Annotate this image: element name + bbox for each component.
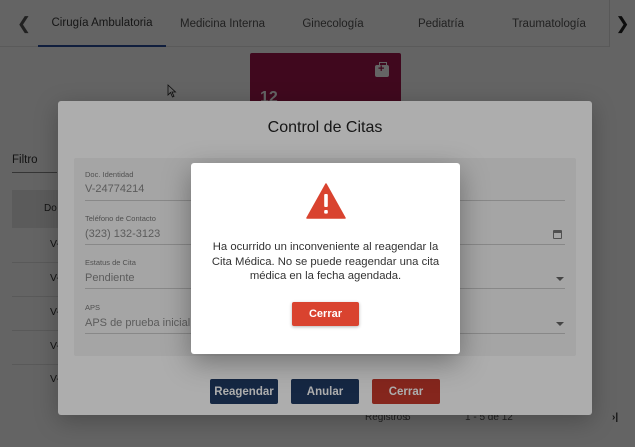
alert-message: Ha ocurrido un inconveniente al reagenda…	[211, 241, 440, 283]
alert-close-button[interactable]: Cerrar	[292, 302, 359, 326]
error-alert-dialog: Ha ocurrido un inconveniente al reagenda…	[191, 163, 460, 354]
warning-triangle-icon	[306, 183, 346, 219]
